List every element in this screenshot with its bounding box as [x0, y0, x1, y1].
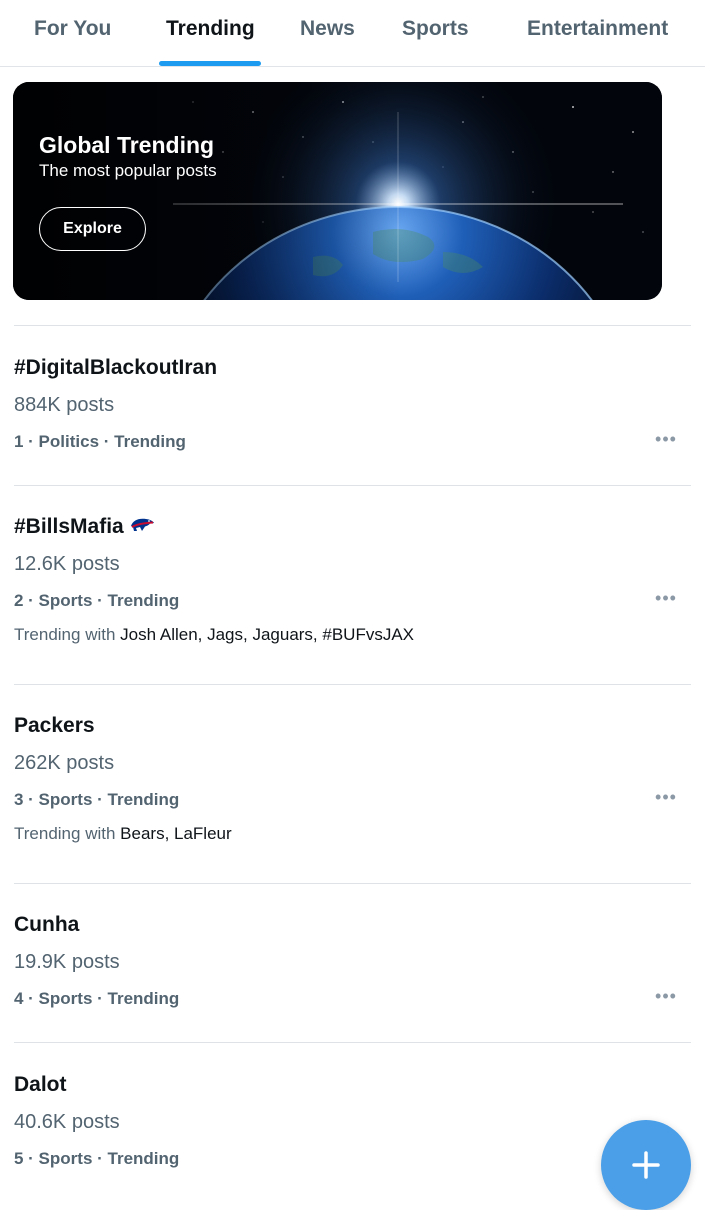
compose-post-button[interactable]: [601, 1120, 691, 1210]
trend-meta: 5 · Sports · Trending: [14, 1149, 180, 1168]
trend-name: Dalot: [14, 1073, 67, 1096]
banner-subtitle: The most popular posts: [39, 161, 217, 180]
trending-with: Trending with Bears, LaFleur: [14, 824, 232, 844]
trend-item[interactable]: Packers 262K posts 3 · Sports · Trending…: [0, 714, 705, 864]
trend-name: Packers: [14, 714, 95, 737]
trend-meta: 3 · Sports · Trending: [14, 790, 180, 809]
active-tab-indicator: [159, 61, 261, 66]
trend-meta: 1 · Politics · Trending: [14, 432, 186, 451]
tab-trending[interactable]: Trending: [166, 17, 255, 41]
trending-with-names[interactable]: Bears, LaFleur: [120, 824, 232, 843]
plus-icon: [632, 1151, 660, 1179]
tab-for-you[interactable]: For You: [34, 17, 111, 41]
divider: [14, 883, 691, 884]
more-options-icon[interactable]: •••: [651, 983, 681, 1009]
trending-with-label: Trending with: [14, 824, 116, 843]
global-trending-banner[interactable]: Global Trending The most popular posts E…: [13, 82, 662, 300]
trend-post-count: 262K posts: [14, 752, 115, 774]
explore-button[interactable]: Explore: [39, 207, 146, 251]
trend-name: #BillsMafia: [14, 515, 124, 538]
trend-post-count: 12.6K posts: [14, 553, 120, 575]
trending-with-names[interactable]: Josh Allen, Jags, Jaguars, #BUFvsJAX: [120, 625, 414, 644]
more-options-icon[interactable]: •••: [651, 585, 681, 611]
trend-item[interactable]: Cunha 19.9K posts 4 · Sports · Trending …: [0, 913, 705, 1023]
trend-name: #DigitalBlackoutIran: [14, 356, 218, 379]
trend-meta: 2 · Sports · Trending: [14, 591, 180, 610]
divider: [14, 1042, 691, 1043]
tab-news[interactable]: News: [300, 17, 355, 41]
tab-entertainment[interactable]: Entertainment: [527, 17, 668, 41]
trend-name: Cunha: [14, 913, 80, 936]
trend-post-count: 19.9K posts: [14, 951, 120, 973]
tab-sports[interactable]: Sports: [402, 17, 469, 41]
banner-title: Global Trending: [39, 132, 215, 158]
trending-with-label: Trending with: [14, 625, 116, 644]
trend-item[interactable]: #DigitalBlackoutIran 884K posts 1 · Poli…: [0, 356, 705, 466]
divider: [14, 485, 691, 486]
more-options-icon[interactable]: •••: [651, 426, 681, 452]
trending-with: Trending with Josh Allen, Jags, Jaguars,…: [14, 625, 414, 645]
top-tab-bar: For You Trending News Sports Entertainme…: [0, 0, 705, 67]
buffalo-bills-logo-icon: [129, 515, 155, 539]
trend-post-count: 40.6K posts: [14, 1111, 120, 1133]
trend-item[interactable]: #BillsMafia 12.6K posts 2 · Sports · Tre…: [0, 515, 705, 665]
earth-banner-image: [13, 82, 662, 300]
more-options-icon[interactable]: •••: [651, 784, 681, 810]
trend-name-row: #BillsMafia: [14, 515, 155, 539]
trend-meta: 4 · Sports · Trending: [14, 989, 180, 1008]
trend-item[interactable]: Dalot 40.6K posts 5 · Sports · Trending: [0, 1073, 705, 1183]
divider: [14, 684, 691, 685]
trend-post-count: 884K posts: [14, 394, 115, 416]
divider: [14, 325, 691, 326]
